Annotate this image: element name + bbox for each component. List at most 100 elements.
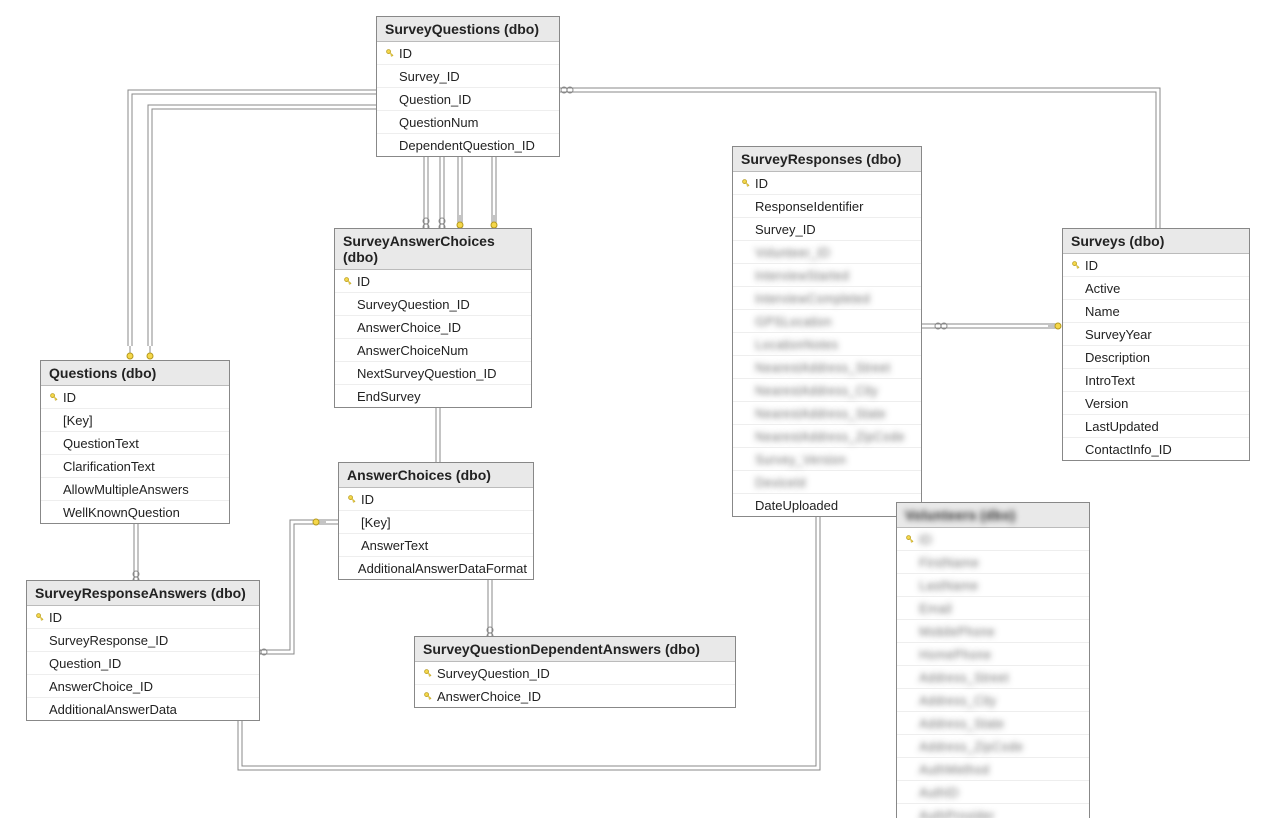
column-name: HomePhone bbox=[919, 647, 991, 662]
table-column: Name bbox=[1063, 300, 1249, 323]
table-column: Question_ID bbox=[377, 88, 559, 111]
table-column: AnswerChoice_ID bbox=[27, 675, 259, 698]
primary-key-icon bbox=[419, 667, 437, 679]
table-column: SurveyYear bbox=[1063, 323, 1249, 346]
table-column: NearestAddress_ZipCode bbox=[733, 425, 921, 448]
column-name: ID bbox=[357, 274, 370, 289]
table-column: Email bbox=[897, 597, 1089, 620]
table-column: AuthProvider bbox=[897, 804, 1089, 818]
column-name: ID bbox=[361, 492, 374, 507]
column-name: MobilePhone bbox=[919, 624, 995, 639]
table-column: AuthID bbox=[897, 781, 1089, 804]
table-title: AnswerChoices (dbo) bbox=[339, 463, 533, 488]
column-name: Survey_Version bbox=[755, 452, 846, 467]
table-column: EndSurvey bbox=[335, 385, 531, 407]
table-column: AllowMultipleAnswers bbox=[41, 478, 229, 501]
table-column: Survey_ID bbox=[377, 65, 559, 88]
table-column: QuestionText bbox=[41, 432, 229, 455]
primary-key-icon bbox=[339, 275, 357, 287]
table-title: Questions (dbo) bbox=[41, 361, 229, 386]
table-surveyquestions[interactable]: SurveyQuestions (dbo)IDSurvey_IDQuestion… bbox=[376, 16, 560, 157]
column-name: ContactInfo_ID bbox=[1085, 442, 1172, 457]
column-name: AdditionalAnswerData bbox=[49, 702, 177, 717]
column-name: AllowMultipleAnswers bbox=[63, 482, 189, 497]
column-name: ID bbox=[49, 610, 62, 625]
column-name: NearestAddress_State bbox=[755, 406, 886, 421]
column-name: NearestAddress_ZipCode bbox=[755, 429, 905, 444]
table-surveys[interactable]: Surveys (dbo)IDActiveNameSurveyYearDescr… bbox=[1062, 228, 1250, 461]
table-column: ResponseIdentifier bbox=[733, 195, 921, 218]
table-column: InterviewCompleted bbox=[733, 287, 921, 310]
column-name: AdditionalAnswerDataFormat bbox=[358, 561, 527, 576]
column-name: NearestAddress_City bbox=[755, 383, 878, 398]
table-column: DependentQuestion_ID bbox=[377, 134, 559, 156]
column-name: ID bbox=[919, 532, 932, 547]
column-name: DependentQuestion_ID bbox=[399, 138, 535, 153]
table-column: MobilePhone bbox=[897, 620, 1089, 643]
column-name: GPSLocation bbox=[755, 314, 832, 329]
column-name: LastUpdated bbox=[1085, 419, 1159, 434]
column-name: SurveyQuestion_ID bbox=[357, 297, 470, 312]
column-name: Email bbox=[919, 601, 952, 616]
column-name: FirstName bbox=[919, 555, 979, 570]
primary-key-icon bbox=[419, 690, 437, 702]
table-column: GPSLocation bbox=[733, 310, 921, 333]
table-title: Surveys (dbo) bbox=[1063, 229, 1249, 254]
table-title: SurveyResponseAnswers (dbo) bbox=[27, 581, 259, 606]
column-name: LastName bbox=[919, 578, 978, 593]
table-column: ID bbox=[335, 270, 531, 293]
table-column: LocationNotes bbox=[733, 333, 921, 356]
primary-key-icon bbox=[1067, 259, 1085, 271]
column-name: Survey_ID bbox=[755, 222, 816, 237]
table-column: InterviewStarted bbox=[733, 264, 921, 287]
column-name: Address_Street bbox=[919, 670, 1009, 685]
primary-key-icon bbox=[45, 391, 63, 403]
table-column: NearestAddress_State bbox=[733, 402, 921, 425]
table-surveyresponses[interactable]: SurveyResponses (dbo)IDResponseIdentifie… bbox=[732, 146, 922, 517]
column-name: Address_City bbox=[919, 693, 996, 708]
table-column: AnswerChoiceNum bbox=[335, 339, 531, 362]
column-name: Active bbox=[1085, 281, 1120, 296]
table-column: AnswerChoice_ID bbox=[415, 685, 735, 707]
column-name: NearestAddress_Street bbox=[755, 360, 890, 375]
table-column: Address_City bbox=[897, 689, 1089, 712]
column-name: Address_ZipCode bbox=[919, 739, 1023, 754]
table-column: ContactInfo_ID bbox=[1063, 438, 1249, 460]
table-column: ID bbox=[27, 606, 259, 629]
table-column: SurveyResponse_ID bbox=[27, 629, 259, 652]
table-column: Address_ZipCode bbox=[897, 735, 1089, 758]
column-name: AnswerChoice_ID bbox=[357, 320, 461, 335]
column-name: AuthID bbox=[919, 785, 959, 800]
table-column: AuthMethod bbox=[897, 758, 1089, 781]
table-answerchoices[interactable]: AnswerChoices (dbo)ID[Key]AnswerTextAddi… bbox=[338, 462, 534, 580]
table-column: SurveyQuestion_ID bbox=[335, 293, 531, 316]
table-column: Version bbox=[1063, 392, 1249, 415]
table-column: QuestionNum bbox=[377, 111, 559, 134]
table-column: AdditionalAnswerDataFormat bbox=[339, 557, 533, 579]
column-name: ID bbox=[399, 46, 412, 61]
primary-key-icon bbox=[737, 177, 755, 189]
column-name: NextSurveyQuestion_ID bbox=[357, 366, 496, 381]
column-name: [Key] bbox=[63, 413, 93, 428]
column-name: AuthProvider bbox=[919, 808, 994, 818]
table-volunteers[interactable]: Volunteers (dbo)IDFirstNameLastNameEmail… bbox=[896, 502, 1090, 818]
table-surveyquestiondependentanswers[interactable]: SurveyQuestionDependentAnswers (dbo)Surv… bbox=[414, 636, 736, 708]
table-column: WellKnownQuestion bbox=[41, 501, 229, 523]
table-questions[interactable]: Questions (dbo)ID[Key]QuestionTextClarif… bbox=[40, 360, 230, 524]
table-surveyresponseanswers[interactable]: SurveyResponseAnswers (dbo) ID SurveyRespo… bbox=[26, 580, 260, 721]
column-name: Question_ID bbox=[49, 656, 121, 671]
table-surveyanswerchoices[interactable]: SurveyAnswerChoices (dbo)IDSurveyQuestio… bbox=[334, 228, 532, 408]
column-name: Name bbox=[1085, 304, 1120, 319]
column-name: AuthMethod bbox=[919, 762, 989, 777]
table-column: Active bbox=[1063, 277, 1249, 300]
table-column: [Key] bbox=[41, 409, 229, 432]
table-column: Address_Street bbox=[897, 666, 1089, 689]
column-name: AnswerChoice_ID bbox=[49, 679, 153, 694]
primary-key-icon bbox=[901, 533, 919, 545]
column-name: Description bbox=[1085, 350, 1150, 365]
column-name: EndSurvey bbox=[357, 389, 421, 404]
table-column: ID bbox=[897, 528, 1089, 551]
table-column: HomePhone bbox=[897, 643, 1089, 666]
column-name: QuestionNum bbox=[399, 115, 478, 130]
table-column: Volunteer_ID bbox=[733, 241, 921, 264]
